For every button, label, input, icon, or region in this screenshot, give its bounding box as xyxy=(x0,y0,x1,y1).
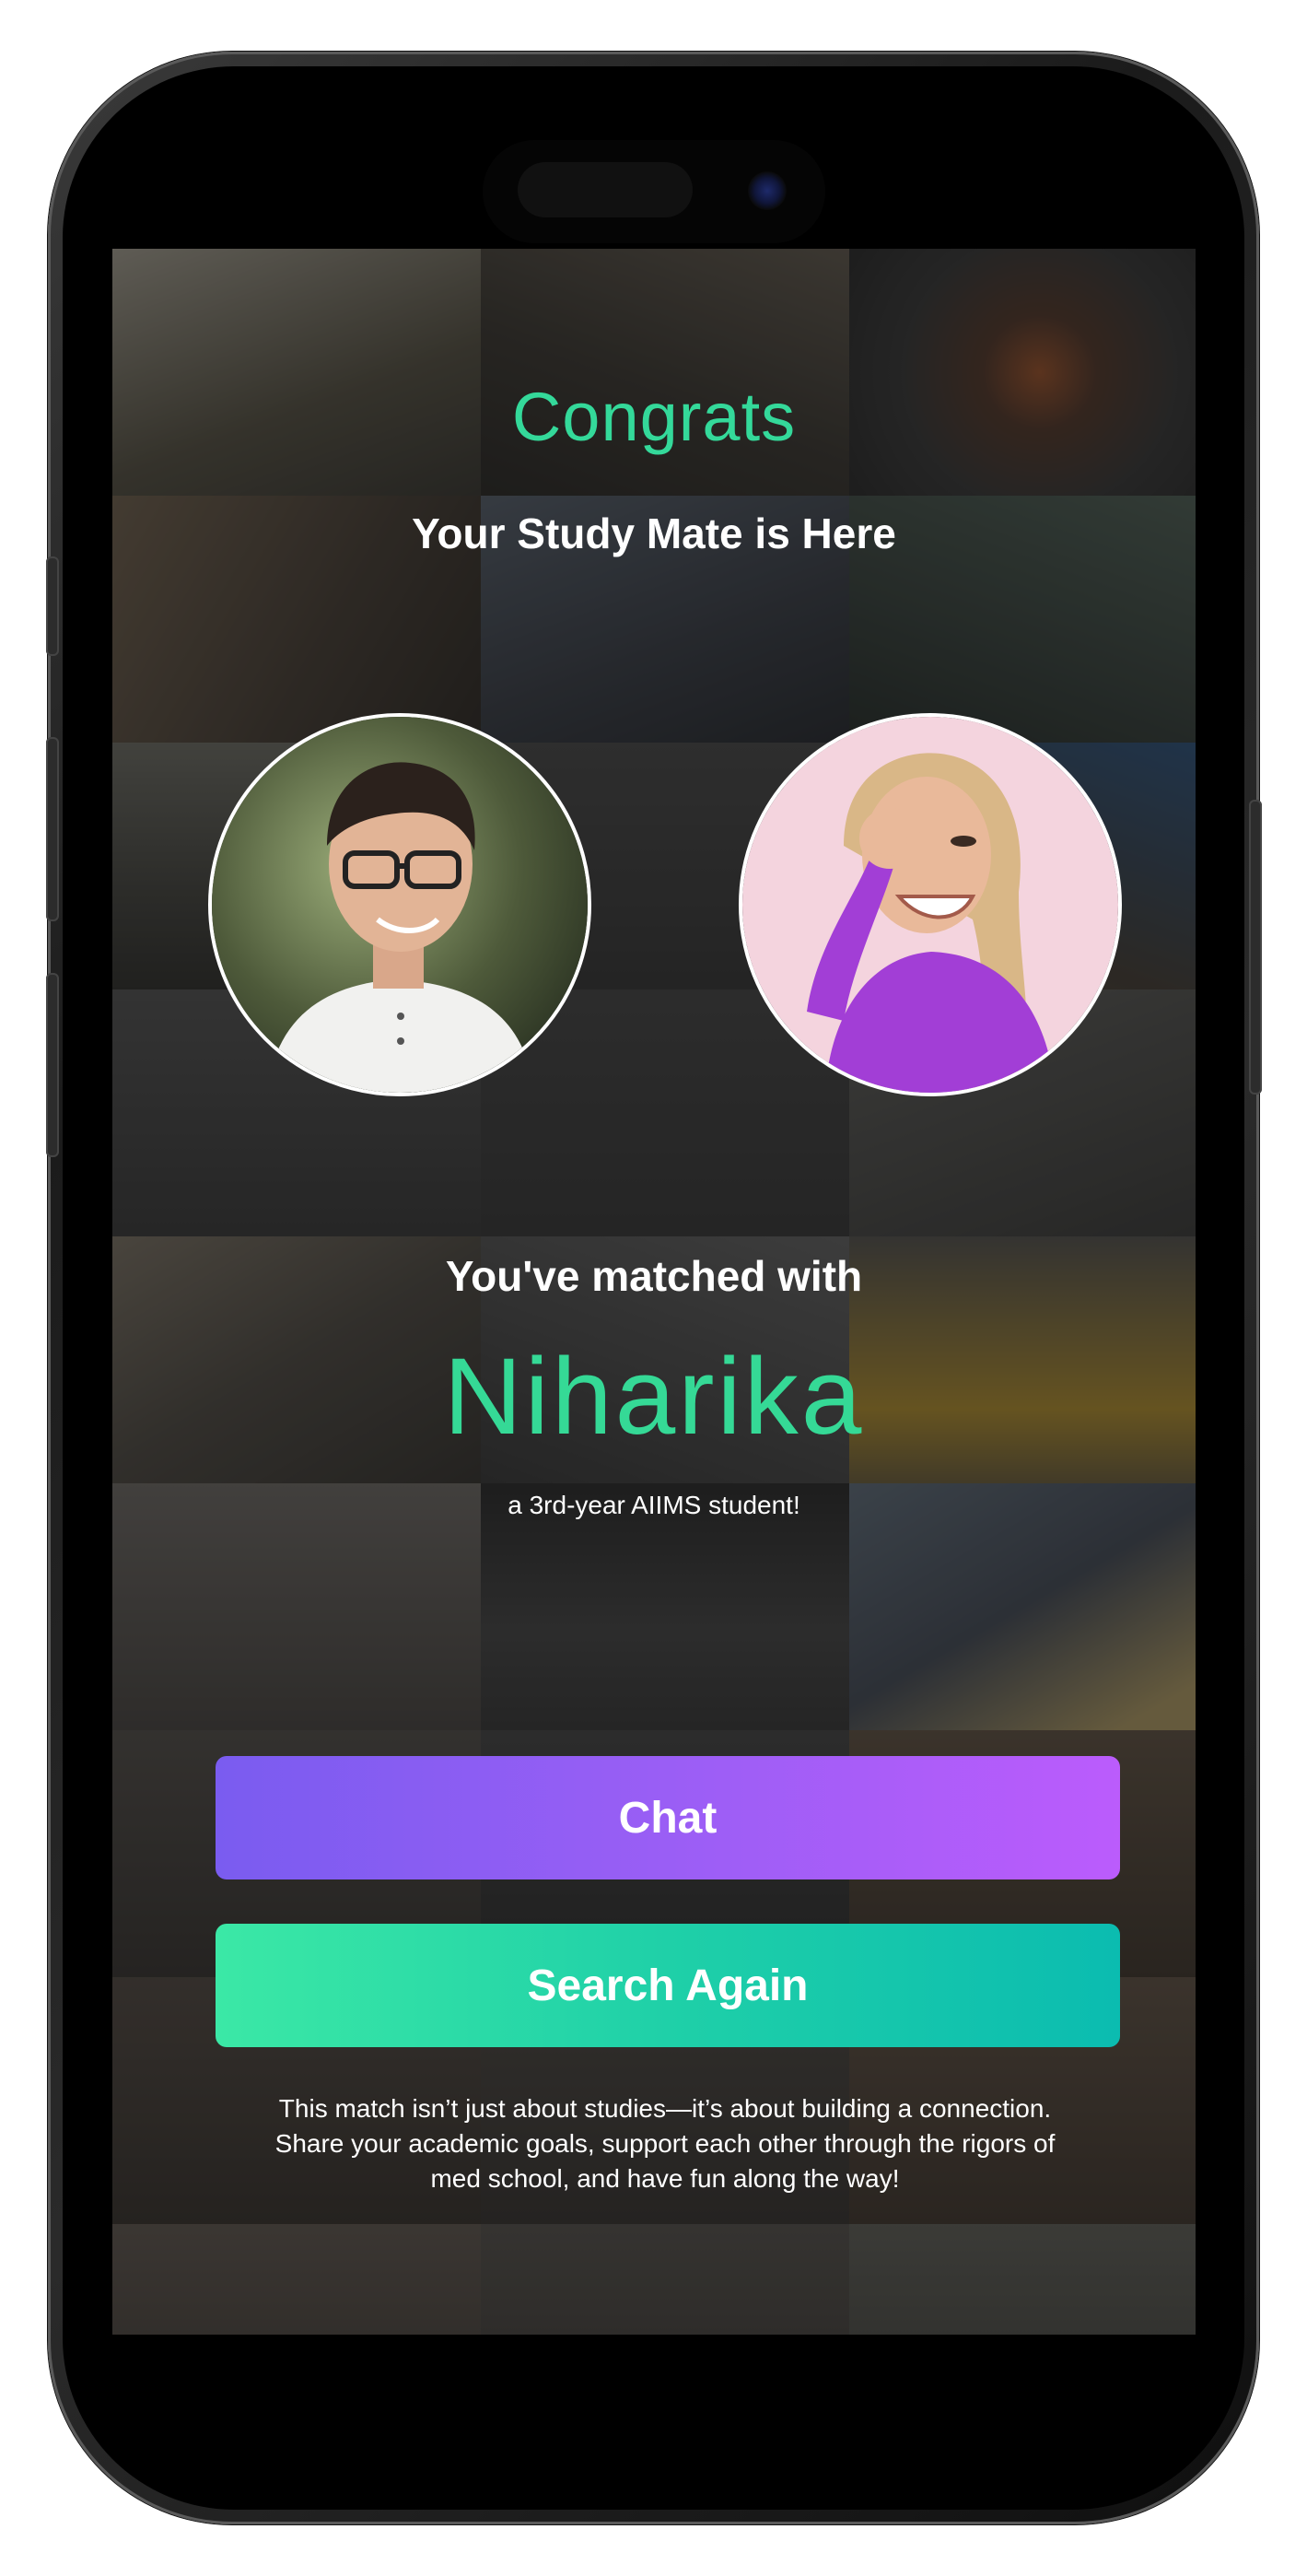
search-again-button[interactable]: Search Again xyxy=(216,1924,1120,2047)
screen-bottom-edge xyxy=(112,2335,1196,2371)
chat-button[interactable]: Chat xyxy=(216,1756,1120,1879)
match-content: Congrats Your Study Mate is Here You've … xyxy=(112,249,1196,2335)
match-avatar[interactable] xyxy=(739,713,1122,1096)
match-tagline: a 3rd-year AIIMS student! xyxy=(508,1491,800,1519)
island-sensor xyxy=(518,162,693,217)
match-description: This match isn’t just about studies—it’s… xyxy=(274,2094,1056,2193)
user-photo xyxy=(212,717,588,1093)
match-photo xyxy=(742,717,1118,1093)
user-avatar[interactable] xyxy=(208,713,591,1096)
power-button xyxy=(1249,800,1262,1095)
match-name: Niharika xyxy=(443,1336,865,1458)
study-mate-subtitle: Your Study Mate is Here xyxy=(412,509,896,557)
matched-with-label: You've matched with xyxy=(445,1252,863,1300)
front-camera xyxy=(748,171,787,210)
volume-up-button xyxy=(46,737,59,921)
volume-down-button xyxy=(46,973,59,1157)
mute-switch xyxy=(46,556,59,656)
congrats-title: Congrats xyxy=(511,379,797,455)
app-screen: Congrats Your Study Mate is Here You've … xyxy=(112,249,1196,2335)
